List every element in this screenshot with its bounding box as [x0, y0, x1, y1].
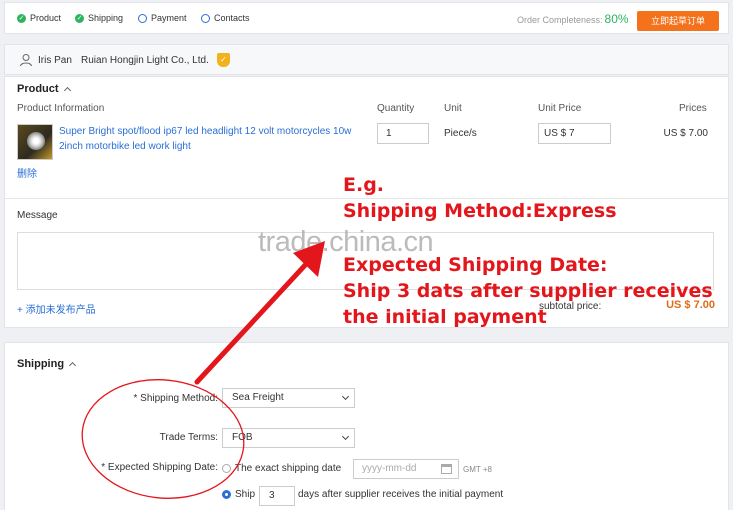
step-label: Product	[30, 13, 62, 23]
step-contacts[interactable]: Contacts	[201, 13, 250, 23]
section-title-text: Shipping	[17, 358, 65, 370]
circle-icon	[138, 13, 147, 23]
submit-order-button[interactable]: 立即起草订单	[637, 11, 719, 31]
shipping-method-label: * Shipping Method:	[133, 393, 218, 404]
check-icon: ✓	[17, 13, 26, 23]
step-shipping[interactable]: ✓ Shipping	[75, 13, 123, 23]
timezone-label: GMT +8	[463, 465, 492, 474]
exact-date-radio[interactable]	[222, 464, 231, 473]
shipping-section: Shipping * Shipping Method: Sea Freight …	[4, 342, 729, 510]
ship-label: Ship	[235, 489, 256, 500]
col-header-prices: Prices	[679, 103, 707, 114]
step-label: Payment	[151, 13, 187, 23]
step-product[interactable]: ✓ Product	[17, 13, 61, 23]
col-header-unit: Unit	[444, 103, 462, 114]
trade-terms-label: Trade Terms:	[159, 432, 218, 443]
order-steps-bar: ✓ Product ✓ Shipping Payment Contacts Or…	[4, 2, 729, 34]
shipping-section-title[interactable]: Shipping	[17, 358, 77, 370]
supplier-company-name[interactable]: Ruian Hongjin Light Co., Ltd.	[81, 55, 209, 66]
gold-supplier-badge-icon: ✓	[217, 53, 230, 67]
supplier-bar: Iris Pan Ruian Hongjin Light Co., Ltd. ✓	[4, 44, 729, 75]
annotation-line-3: Expected Shipping Date:	[343, 254, 608, 276]
line-total-price: US $ 7.00	[663, 128, 708, 139]
shipping-method-select[interactable]: Sea Freight	[222, 388, 355, 408]
product-section-title[interactable]: Product	[17, 83, 71, 95]
trade-terms-value: FOB	[232, 432, 253, 443]
annotation-line-1: E.g.	[343, 174, 385, 196]
annotation-line-5: the initial payment	[343, 306, 547, 328]
unit-value: Piece/s	[444, 128, 477, 139]
calendar-icon[interactable]	[441, 464, 452, 474]
order-completeness: Order Completeness: 80%	[517, 12, 629, 26]
ship-days-radio[interactable]	[222, 490, 231, 499]
chevron-up-icon	[63, 86, 71, 95]
ship-days-input[interactable]: 3	[259, 486, 295, 506]
step-label: Shipping	[88, 13, 124, 23]
chevron-down-icon	[341, 432, 350, 441]
annotation-line-4: Ship 3 dats after supplier receives	[343, 280, 713, 302]
user-icon	[20, 54, 32, 67]
chevron-up-icon	[69, 361, 77, 370]
supplier-contact-name[interactable]: Iris Pan	[38, 55, 72, 66]
product-name-link[interactable]: Super Bright spot/flood ip67 led headlig…	[59, 124, 359, 154]
annotation-line-2: Shipping Method:Express	[343, 200, 617, 222]
delete-product-link[interactable]: 删除	[17, 165, 37, 180]
col-header-product-info: Product Information	[17, 103, 105, 114]
expected-shipping-date-label: * Expected Shipping Date:	[101, 462, 218, 473]
ship-days-suffix: days after supplier receives the initial…	[298, 489, 504, 500]
add-link-text: 添加未发布产品	[25, 305, 96, 316]
trade-terms-select[interactable]: FOB	[222, 428, 355, 448]
product-thumbnail[interactable]	[17, 124, 53, 160]
circle-icon	[201, 13, 210, 23]
col-header-unit-price: Unit Price	[538, 103, 582, 114]
date-placeholder: yyyy-mm-dd	[362, 463, 417, 474]
headlight-image	[27, 132, 45, 150]
check-icon: ✓	[75, 13, 84, 23]
completeness-value: 80%	[604, 12, 629, 26]
shipping-date-input[interactable]: yyyy-mm-dd	[353, 459, 459, 479]
quantity-input[interactable]: 1	[377, 123, 429, 144]
step-label: Contacts	[214, 13, 250, 23]
shipping-method-value: Sea Freight	[232, 392, 284, 403]
col-header-quantity: Quantity	[377, 103, 415, 114]
unit-price-input[interactable]: US $ 7	[538, 123, 611, 144]
add-unpublished-product-link[interactable]: + 添加未发布产品	[17, 301, 96, 316]
section-title-text: Product	[17, 83, 59, 95]
chevron-down-icon	[341, 392, 350, 401]
message-label: Message	[17, 210, 58, 221]
completeness-label: Order Completeness:	[517, 15, 603, 25]
exact-date-label: The exact shipping date	[235, 463, 342, 474]
step-payment[interactable]: Payment	[138, 13, 187, 23]
